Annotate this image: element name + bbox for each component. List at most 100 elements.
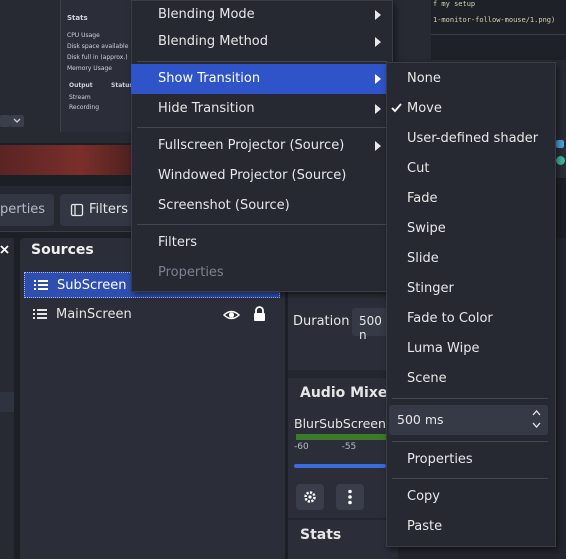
menu-item-filters[interactable]: Filters bbox=[131, 228, 393, 258]
transition-option-scene[interactable]: Scene bbox=[386, 364, 556, 394]
transition-option-stinger[interactable]: Stinger bbox=[386, 274, 556, 304]
chevron-down-icon[interactable] bbox=[0, 115, 10, 127]
chevron-down-icon[interactable] bbox=[10, 115, 24, 127]
menu-item-blending-method[interactable]: Blending Method bbox=[131, 27, 393, 57]
source-item-label: MainScreen bbox=[56, 307, 132, 322]
stats-panel-title: Stats bbox=[67, 14, 88, 22]
close-icon[interactable] bbox=[0, 244, 10, 256]
transition-option-none[interactable]: None bbox=[386, 64, 556, 94]
transition-option-cut[interactable]: Cut bbox=[386, 154, 556, 184]
checkmark-icon bbox=[391, 103, 402, 113]
transition-option-slide[interactable]: Slide bbox=[386, 244, 556, 274]
menu-item-fullscreen-projector[interactable]: Fullscreen Projector (Source) bbox=[131, 131, 393, 161]
transition-option-label: User-defined shader bbox=[407, 131, 539, 146]
menu-item-label: Blending Mode bbox=[158, 7, 255, 22]
filters-tab[interactable]: Filters bbox=[60, 194, 135, 226]
transition-option-luma-wipe[interactable]: Luma Wipe bbox=[386, 334, 556, 364]
menu-item-label: Hide Transition bbox=[158, 101, 255, 116]
menu-separator bbox=[137, 224, 387, 225]
code-editor-background: f my setup 1-monitor-follow-mouse/1.png) bbox=[431, 0, 566, 60]
submenu-separator bbox=[392, 441, 548, 442]
dock-arrow-buttons bbox=[0, 115, 30, 129]
properties-tab-label: perties bbox=[0, 202, 46, 217]
menu-item-label: Fullscreen Projector (Source) bbox=[158, 138, 345, 153]
transition-option-label: Fade bbox=[407, 191, 438, 206]
menu-item-windowed-projector[interactable]: Windowed Projector (Source) bbox=[131, 161, 393, 191]
list-icon bbox=[33, 308, 47, 320]
menu-item-show-transition[interactable]: Show Transition bbox=[131, 64, 393, 94]
menu-separator bbox=[137, 61, 387, 62]
transition-option-move[interactable]: Move bbox=[386, 94, 556, 124]
source-item-label: SubScreen bbox=[57, 278, 127, 293]
transition-option-label: Fade to Color bbox=[407, 311, 493, 326]
chevron-right-icon bbox=[374, 36, 382, 48]
audio-mixer-title: Audio Mixer bbox=[300, 385, 395, 401]
stats-row: Memory Usage bbox=[67, 65, 113, 72]
audio-settings-button[interactable] bbox=[296, 484, 324, 510]
transition-duration-spinbox[interactable]: 500 ms bbox=[389, 405, 548, 435]
filters-tab-label: Filters bbox=[89, 202, 128, 217]
transition-option-swipe[interactable]: Swipe bbox=[386, 214, 556, 244]
menu-item-screenshot[interactable]: Screenshot (Source) bbox=[131, 191, 393, 221]
transition-option-label: Move bbox=[407, 101, 442, 116]
code-line: f my setup bbox=[433, 0, 476, 8]
chevron-right-icon bbox=[374, 9, 382, 21]
menu-item-label: Properties bbox=[158, 265, 224, 280]
list-icon bbox=[34, 279, 48, 291]
meter-tick-labels: -60 -55 bbox=[294, 442, 356, 452]
properties-tab[interactable]: perties bbox=[0, 194, 54, 226]
stats-table-header: Status bbox=[111, 82, 133, 89]
chevron-right-icon bbox=[374, 73, 382, 85]
transition-option-label: Scene bbox=[407, 371, 447, 386]
submenu-item-copy[interactable]: Copy bbox=[386, 482, 556, 512]
filters-icon bbox=[70, 203, 84, 217]
source-item-mainscreen[interactable]: MainScreen bbox=[24, 302, 280, 328]
chevron-down-icon[interactable] bbox=[532, 422, 541, 429]
transition-option-label: Swipe bbox=[407, 221, 446, 236]
submenu-item-label: Copy bbox=[407, 489, 440, 504]
gear-icon bbox=[302, 489, 318, 505]
menu-item-hide-transition[interactable]: Hide Transition bbox=[131, 94, 393, 124]
menu-item-label: Filters bbox=[158, 235, 197, 250]
chevron-right-icon bbox=[374, 140, 382, 152]
lock-icon[interactable] bbox=[253, 306, 266, 322]
submenu-item-properties[interactable]: Properties bbox=[386, 445, 556, 475]
menu-item-blending-mode[interactable]: Blending Mode bbox=[131, 0, 393, 30]
submenu-item-label: Paste bbox=[407, 519, 443, 534]
chevron-up-icon[interactable] bbox=[532, 409, 541, 416]
duration-label: Duration bbox=[293, 314, 350, 329]
menu-item-label: Blending Method bbox=[158, 34, 269, 49]
submenu-item-paste[interactable]: Paste bbox=[386, 512, 556, 542]
audio-more-button[interactable] bbox=[336, 484, 364, 510]
volume-meter bbox=[296, 434, 386, 440]
menu-item-label: Show Transition bbox=[158, 71, 261, 86]
stats-table-row: Stream bbox=[69, 94, 91, 101]
transition-option-user-defined-shader[interactable]: User-defined shader bbox=[386, 124, 556, 154]
menu-item-label: Windowed Projector (Source) bbox=[158, 168, 347, 183]
preview-icon bbox=[556, 156, 565, 165]
transition-option-fade-to-color[interactable]: Fade to Color bbox=[386, 304, 556, 334]
sources-title: Sources bbox=[31, 242, 94, 258]
transition-option-label: Luma Wipe bbox=[407, 341, 480, 356]
stats-panel: Stats CPU Usage Disk space available Dis… bbox=[60, 0, 135, 132]
eye-icon[interactable] bbox=[223, 308, 240, 322]
submenu-item-label: Properties bbox=[407, 452, 473, 467]
transition-option-label: None bbox=[407, 71, 441, 86]
meter-tick: -60 bbox=[294, 442, 309, 452]
volume-slider[interactable] bbox=[294, 464, 386, 468]
submenu-separator bbox=[392, 398, 548, 399]
preview-red-band bbox=[0, 145, 135, 175]
chevron-right-icon bbox=[374, 103, 382, 115]
transition-option-fade[interactable]: Fade bbox=[386, 184, 556, 214]
stats-table-row: Recording bbox=[69, 104, 100, 111]
scene-row-selected[interactable] bbox=[0, 392, 14, 412]
menu-separator bbox=[137, 127, 387, 128]
preview-icon bbox=[556, 140, 564, 148]
stats-row: Disk full in (approx.) bbox=[67, 54, 128, 61]
transition-option-label: Slide bbox=[407, 251, 439, 266]
audio-source-label: BlurSubScreen bbox=[294, 416, 386, 431]
transition-option-label: Cut bbox=[407, 161, 430, 176]
stats-row: CPU Usage bbox=[67, 32, 100, 39]
submenu-separator bbox=[392, 478, 548, 479]
menu-item-properties: Properties bbox=[131, 258, 393, 288]
